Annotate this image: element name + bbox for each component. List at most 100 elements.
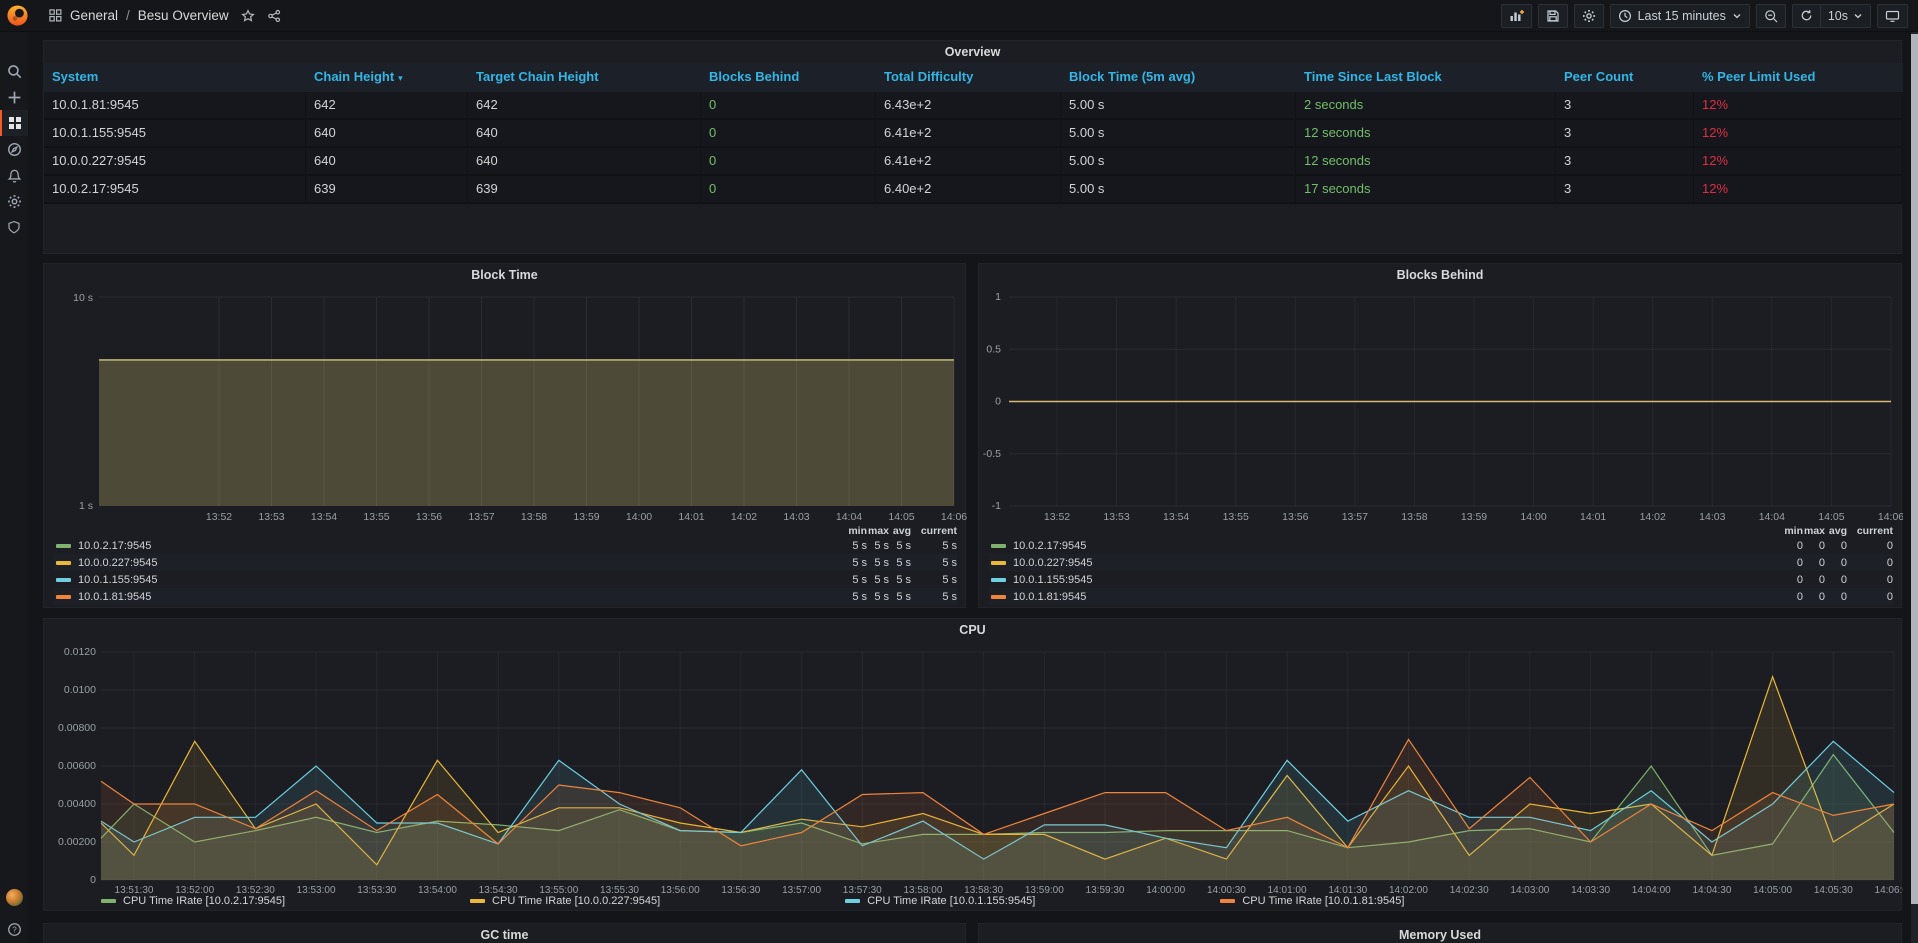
save-dashboard-button[interactable] xyxy=(1538,4,1568,28)
sidebar-item-explore[interactable] xyxy=(0,136,28,162)
cell-peer-count: 3 xyxy=(1556,176,1694,204)
block-time-area xyxy=(99,360,954,506)
legend-value-current: 0 xyxy=(1847,540,1893,552)
legend-column-current[interactable]: current xyxy=(911,525,957,537)
legend-series-10-0-0-227-9545[interactable]: 10.0.0.227:9545 xyxy=(54,557,827,569)
sidebar-item-configuration[interactable] xyxy=(0,188,28,214)
axis-tick-label: 14:01 xyxy=(1580,511,1606,523)
series-color-dash-icon xyxy=(56,544,71,548)
column-header-target-chain-height[interactable]: Target Chain Height xyxy=(468,63,701,92)
axis-tick-label: 13:58:30 xyxy=(964,885,1003,896)
cell-system: 10.0.0.227:9545 xyxy=(44,148,306,176)
axis-tick-label: 0.5 xyxy=(986,343,1001,355)
legend-column-max[interactable]: max xyxy=(1803,525,1825,537)
cell-blocks-behind: 0 xyxy=(701,120,876,148)
legend-series-label: 10.0.0.227:9545 xyxy=(1013,557,1093,569)
axis-tick-label: 13:56 xyxy=(416,511,442,523)
legend-column-avg[interactable]: avg xyxy=(1825,525,1847,537)
legend-series-label: 10.0.2.17:9545 xyxy=(1013,540,1086,552)
axis-tick-label: 14:03 xyxy=(1699,511,1725,523)
legend-series-10-0-1-81-9545[interactable]: 10.0.1.81:9545 xyxy=(54,591,827,603)
svg-text:?: ? xyxy=(12,925,17,934)
legend-column-avg[interactable]: avg xyxy=(889,525,911,537)
dashboard-settings-button[interactable] xyxy=(1574,4,1604,28)
legend-header-row: minmaxavgcurrent xyxy=(54,524,957,537)
cell-total-difficulty: 6.41e+2 xyxy=(876,148,1061,176)
axis-tick-label: 13:52 xyxy=(1044,511,1070,523)
sidebar-item-search[interactable] xyxy=(0,58,28,84)
cycle-view-button[interactable] xyxy=(1877,4,1908,28)
block-time-legend: minmaxavgcurrent10.0.2.17:95455 s5 s5 s5… xyxy=(54,524,957,605)
legend-series-label: 10.0.1.155:9545 xyxy=(78,574,158,586)
axis-tick-label: 14:00 xyxy=(626,511,652,523)
column-header-time-since-last-block[interactable]: Time Since Last Block xyxy=(1296,63,1556,92)
axis-tick-label: 13:57 xyxy=(468,511,494,523)
blocks-behind-plot[interactable]: 10.50-0.5-113:5213:5313:5413:5513:5613:5… xyxy=(979,264,1903,524)
legend-series-label: 10.0.1.81:9545 xyxy=(78,591,151,603)
column-header-peer-count[interactable]: Peer Count xyxy=(1556,63,1694,92)
axis-tick-label: 14:05:30 xyxy=(1814,885,1853,896)
cell-chain-height: 642 xyxy=(306,92,468,120)
axis-tick-label: 0 xyxy=(90,874,96,886)
legend-series-10-0-2-17-9545[interactable]: 10.0.2.17:9545 xyxy=(54,540,827,552)
refresh-interval-select[interactable]: 10s xyxy=(1820,5,1870,27)
legend-value-avg: 0 xyxy=(1825,574,1847,586)
axis-tick-label: 13:54 xyxy=(311,511,337,523)
legend-column-max[interactable]: max xyxy=(867,525,889,537)
column-header-peer-limit-used[interactable]: % Peer Limit Used xyxy=(1694,63,1903,92)
axis-tick-label: 13:53:00 xyxy=(297,885,336,896)
legend-value-min: 5 s xyxy=(827,591,867,603)
sidebar-item-user-profile[interactable] xyxy=(0,884,28,910)
legend-column-current[interactable]: current xyxy=(1847,525,1893,537)
tv-icon xyxy=(1885,9,1900,23)
zoom-out-button[interactable] xyxy=(1756,4,1786,28)
axis-tick-label: 13:56 xyxy=(1282,511,1308,523)
legend-series-10-0-1-155-9545[interactable]: 10.0.1.155:9545 xyxy=(54,574,827,586)
cell-total-difficulty: 6.40e+2 xyxy=(876,176,1061,204)
share-icon[interactable] xyxy=(267,9,281,23)
axis-tick-label: 14:03:00 xyxy=(1510,885,1549,896)
top-navbar: General / Besu Overview xyxy=(0,0,1918,32)
add-panel-icon xyxy=(1509,9,1524,23)
block-time-plot[interactable]: 13:5213:5313:5413:5513:5613:5713:5813:59… xyxy=(44,264,967,524)
breadcrumb-dashboard[interactable]: Besu Overview xyxy=(138,8,229,23)
grafana-logo[interactable] xyxy=(5,4,29,28)
sidebar-item-server-admin[interactable] xyxy=(0,214,28,240)
axis-tick-label: 13:52:30 xyxy=(236,885,275,896)
cell-total-difficulty: 6.43e+2 xyxy=(876,92,1061,120)
cpu-plot[interactable]: 0.01200.01000.008000.006000.004000.00200… xyxy=(44,619,1903,897)
add-panel-button[interactable] xyxy=(1501,4,1532,28)
sidebar-item-alerting[interactable] xyxy=(0,162,28,188)
panel-title-overview[interactable]: Overview xyxy=(44,45,1901,59)
series-color-dash-icon xyxy=(991,578,1006,582)
sidebar-item-create[interactable] xyxy=(0,84,28,110)
series-color-dash-icon xyxy=(1220,899,1235,903)
legend-row: 10.0.2.17:95450000 xyxy=(989,537,1893,554)
legend-column-min[interactable]: min xyxy=(1763,525,1803,537)
cell-blocks-behind: 0 xyxy=(701,92,876,120)
panel-title-gc-time[interactable]: GC time xyxy=(44,928,965,942)
axis-tick-label: 13:54 xyxy=(1163,511,1189,523)
star-icon[interactable] xyxy=(241,9,255,23)
legend-series-10-0-1-155-9545[interactable]: 10.0.1.155:9545 xyxy=(989,574,1763,586)
breadcrumb-folder[interactable]: General xyxy=(70,8,118,23)
column-header-chain-height[interactable]: Chain Height▾ xyxy=(306,63,468,92)
legend-series-10-0-0-227-9545[interactable]: 10.0.0.227:9545 xyxy=(989,557,1763,569)
column-header-system[interactable]: System xyxy=(44,63,306,92)
sidebar-item-help[interactable]: ? xyxy=(0,916,28,942)
column-header-block-time-5m-avg[interactable]: Block Time (5m avg) xyxy=(1061,63,1296,92)
panel-title-memory-used[interactable]: Memory Used xyxy=(979,928,1901,942)
legend-row: 10.0.1.81:95455 s5 s5 s5 s xyxy=(54,588,957,605)
column-header-total-difficulty[interactable]: Total Difficulty xyxy=(876,63,1061,92)
legend-series-10-0-2-17-9545[interactable]: 10.0.2.17:9545 xyxy=(989,540,1763,552)
time-range-picker[interactable]: Last 15 minutes xyxy=(1610,4,1750,28)
column-header-blocks-behind[interactable]: Blocks Behind xyxy=(701,63,876,92)
refresh-button[interactable] xyxy=(1793,5,1820,27)
legend-series-10-0-1-81-9545[interactable]: 10.0.1.81:9545 xyxy=(989,591,1763,603)
page-scrollbar[interactable] xyxy=(1911,32,1918,943)
series-color-dash-icon xyxy=(56,561,71,565)
sidebar-item-dashboards[interactable] xyxy=(0,110,28,136)
axis-tick-label: 13:52 xyxy=(206,511,232,523)
scrollbar-thumb[interactable] xyxy=(1911,34,1918,904)
legend-column-min[interactable]: min xyxy=(827,525,867,537)
